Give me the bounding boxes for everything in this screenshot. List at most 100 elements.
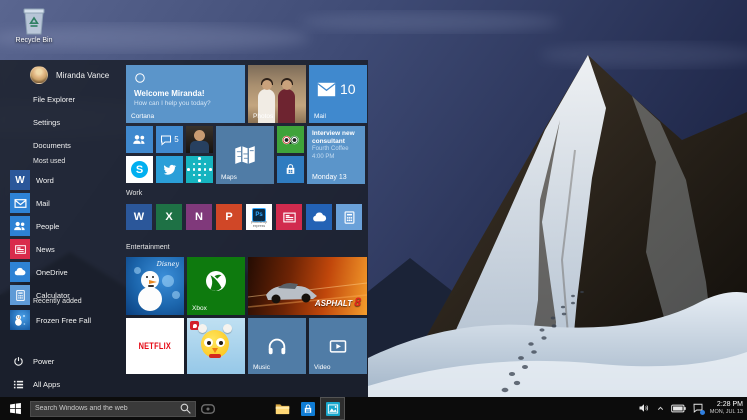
tile-mail[interactable]: 10 Mail bbox=[309, 65, 367, 123]
file-explorer-icon bbox=[275, 402, 290, 415]
calendar-event-time: 4:00 PM bbox=[312, 154, 335, 161]
entertainment-group-header: Entertainment bbox=[126, 244, 170, 251]
calendar-event-location: Fourth Coffee bbox=[312, 146, 349, 153]
rail-app-onedrive[interactable]: OneDrive bbox=[0, 262, 126, 282]
rail-item-settings[interactable]: Settings bbox=[0, 112, 126, 132]
search-icon[interactable] bbox=[179, 402, 193, 416]
most-used-header: Most used bbox=[33, 158, 66, 165]
all-apps-button[interactable]: All Apps bbox=[0, 374, 126, 394]
tile-video[interactable]: Video bbox=[309, 318, 367, 374]
tile-photoshop-express[interactable]: Ps photoshop express bbox=[246, 204, 272, 230]
rail-item-file-explorer[interactable]: File Explorer bbox=[0, 89, 126, 109]
tile-asphalt-8[interactable]: ASPHALT 8 bbox=[248, 257, 367, 315]
search-input[interactable] bbox=[31, 405, 179, 412]
shopping-bag-icon bbox=[284, 163, 297, 176]
windows-logo-icon bbox=[9, 402, 22, 415]
start-menu: Miranda Vance File Explorer Settings Doc… bbox=[0, 60, 368, 397]
video-player-icon bbox=[328, 336, 348, 356]
tile-store[interactable] bbox=[277, 156, 304, 183]
taskbar: 2:28 PM MON, JUL 13 bbox=[0, 397, 747, 420]
tile-calculator[interactable] bbox=[336, 204, 362, 230]
rail-app-frozen-free-fall[interactable]: Frozen Free Fall bbox=[0, 310, 126, 330]
word-icon: W bbox=[10, 170, 30, 190]
photos-app-icon bbox=[325, 401, 340, 416]
taskbar-clock[interactable]: 2:28 PM MON, JUL 13 bbox=[710, 401, 743, 415]
task-view-icon bbox=[201, 403, 215, 414]
taskbar-store[interactable] bbox=[295, 397, 320, 420]
user-name: Miranda Vance bbox=[56, 70, 110, 80]
asphalt-number: 8 bbox=[354, 295, 361, 309]
notification-badge bbox=[699, 410, 705, 416]
clock-date: MON, JUL 13 bbox=[709, 409, 743, 416]
avatar bbox=[30, 66, 48, 84]
battery-icon[interactable] bbox=[671, 404, 686, 413]
rail-item-documents[interactable]: Documents bbox=[0, 135, 126, 155]
maps-icon bbox=[232, 142, 258, 168]
action-center-icon[interactable] bbox=[692, 402, 705, 416]
word-icon: W bbox=[133, 211, 145, 223]
store-icon bbox=[300, 401, 315, 416]
user-profile[interactable]: Miranda Vance bbox=[0, 65, 126, 85]
tile-calendar[interactable]: Interview new consultant Fourth Coffee 4… bbox=[307, 126, 365, 184]
tripadvisor-owl-icon bbox=[281, 134, 300, 146]
skype-icon: S bbox=[131, 161, 148, 178]
people-icon bbox=[10, 216, 30, 236]
clock-time: 2:28 PM bbox=[716, 401, 743, 409]
tile-news[interactable] bbox=[276, 204, 302, 230]
tile-onenote[interactable]: N bbox=[186, 204, 212, 230]
mail-unread-count: 10 bbox=[340, 81, 356, 97]
onenote-icon: N bbox=[195, 211, 203, 223]
recently-added-header: Recently added bbox=[33, 298, 82, 305]
tile-xbox[interactable]: Xbox bbox=[187, 257, 245, 315]
cortana-icon bbox=[134, 72, 146, 84]
tile-powerpoint[interactable]: P bbox=[216, 204, 242, 230]
tile-photos[interactable]: Photos bbox=[248, 65, 306, 123]
netflix-wordmark: NETFLIX bbox=[138, 341, 172, 351]
powerpoint-icon: P bbox=[225, 211, 233, 223]
onedrive-cloud-icon bbox=[311, 209, 328, 226]
mail-icon bbox=[10, 193, 30, 213]
volume-icon[interactable] bbox=[638, 402, 650, 414]
frozen-free-fall-icon bbox=[10, 310, 30, 330]
power-button[interactable]: Power bbox=[0, 351, 126, 371]
tile-skype[interactable]: S bbox=[126, 156, 153, 183]
tile-frozen-free-fall[interactable]: Disney bbox=[126, 257, 184, 315]
tile-onedrive[interactable] bbox=[306, 204, 332, 230]
calendar-event-title: Interview new consultant bbox=[312, 130, 355, 146]
tile-cortana[interactable]: Welcome Miranda! How can I help you toda… bbox=[126, 65, 245, 123]
tile-netflix[interactable]: NETFLIX bbox=[126, 318, 184, 374]
tile-people[interactable] bbox=[126, 126, 153, 153]
tile-twitter[interactable] bbox=[156, 156, 183, 183]
start-button[interactable] bbox=[0, 397, 30, 420]
taskbar-file-explorer[interactable] bbox=[270, 397, 295, 420]
tile-word[interactable]: W bbox=[126, 204, 152, 230]
tile-excel[interactable]: X bbox=[156, 204, 182, 230]
tile-messaging[interactable]: 5 bbox=[156, 126, 183, 153]
onedrive-cloud-icon bbox=[10, 262, 30, 282]
calculator-icon bbox=[10, 285, 30, 305]
hidden-icons-chevron[interactable] bbox=[656, 404, 665, 413]
recycle-bin-label: Recycle Bin bbox=[15, 37, 53, 44]
asphalt-wordmark: ASPHALT bbox=[314, 299, 353, 308]
messaging-icon bbox=[160, 134, 172, 146]
recycle-bin[interactable]: Recycle Bin bbox=[8, 6, 60, 44]
rail-app-mail[interactable]: Mail bbox=[0, 193, 126, 213]
tile-chick-game[interactable] bbox=[187, 318, 245, 374]
tile-contact-photo[interactable] bbox=[186, 126, 213, 153]
task-view-button[interactable] bbox=[196, 397, 220, 420]
disney-wordmark: Disney bbox=[156, 260, 179, 268]
rail-app-word[interactable]: W Word bbox=[0, 170, 126, 190]
power-icon bbox=[12, 355, 24, 367]
rail-app-news[interactable]: News bbox=[0, 239, 126, 259]
calendar-date: Monday 13 bbox=[312, 174, 347, 181]
tile-dots-app[interactable] bbox=[186, 156, 213, 183]
rail-app-people[interactable]: People bbox=[0, 216, 126, 236]
tile-tripadvisor[interactable] bbox=[277, 126, 304, 153]
tile-maps[interactable]: Maps bbox=[216, 126, 274, 184]
taskbar-photos[interactable] bbox=[320, 397, 345, 420]
all-apps-icon bbox=[12, 378, 24, 390]
news-icon bbox=[282, 210, 297, 225]
tile-music[interactable]: Music bbox=[248, 318, 306, 374]
recycle-bin-icon bbox=[8, 6, 60, 36]
taskbar-search-box[interactable] bbox=[30, 400, 196, 417]
